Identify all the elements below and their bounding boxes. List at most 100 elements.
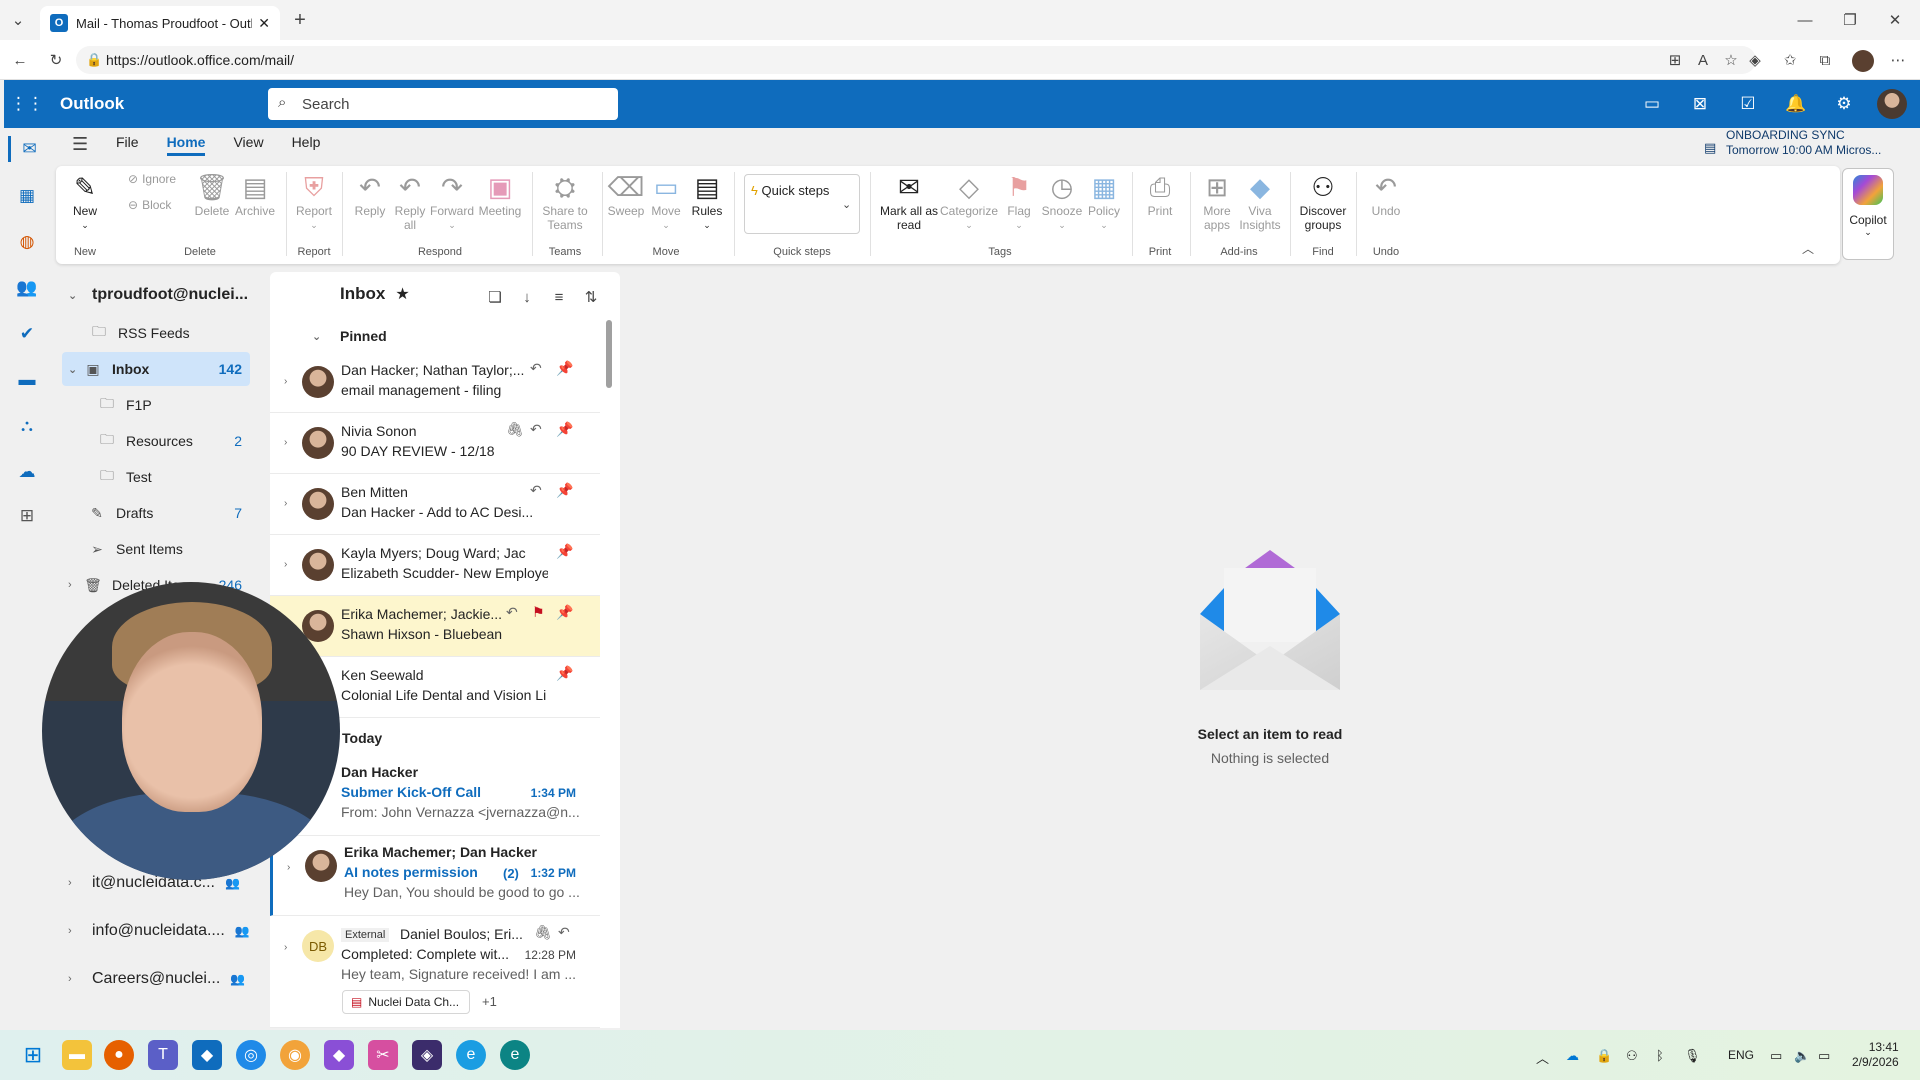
ignore-button[interactable]: ⊘ Ignore: [128, 172, 176, 186]
tracking-icon[interactable]: ◈: [1745, 50, 1765, 70]
print-button[interactable]: ⎙ Print: [1144, 170, 1176, 218]
shared-mailbox-info[interactable]: › info@nucleidata.... 👥: [68, 922, 250, 940]
new-tab-icon[interactable]: +: [290, 9, 310, 31]
folder-f1p[interactable]: 🗀 F1P: [96, 388, 250, 422]
list-item[interactable]: › Dan Hacker; Nathan Taylor;... email mana…: [270, 352, 600, 413]
flag-icon[interactable]: ⚑: [532, 604, 545, 621]
block-button[interactable]: ⊖ Block: [128, 198, 171, 212]
tab-list-chevron-icon[interactable]: ⌄: [8, 10, 28, 30]
edge-active-icon[interactable]: e: [500, 1040, 530, 1070]
list-scrollbar[interactable]: [606, 320, 612, 388]
bluetooth-tray-icon[interactable]: ᛒ: [1656, 1048, 1664, 1063]
sort-icon[interactable]: ⇅: [580, 286, 602, 308]
browser-tab[interactable]: O Mail - Thomas Proudfoot - Outlook ✕: [40, 6, 280, 40]
mic-tray-icon[interactable]: 🎙: [1684, 1048, 1701, 1064]
volume-tray-icon[interactable]: 🔈: [1794, 1048, 1810, 1064]
language-indicator[interactable]: ENG: [1728, 1048, 1754, 1062]
site-info-icon[interactable]: 🔒: [86, 52, 102, 68]
viva-insights-button[interactable]: ◆ Viva Insights: [1238, 170, 1282, 232]
list-item[interactable]: › Nivia Sonon 90 DAY REVIEW - 12/18 🖇 ↶ 📌: [270, 413, 600, 474]
folder-inbox[interactable]: ⌄ ▣ Inbox 142: [62, 352, 250, 386]
notes-icon[interactable]: ▬: [14, 367, 40, 393]
expand-thread-icon[interactable]: ›: [284, 942, 287, 953]
mark-all-read-button[interactable]: ✉ Mark all as read: [878, 170, 940, 232]
folder-test[interactable]: 🗀 Test: [96, 460, 250, 494]
browser-menu-icon[interactable]: ⋯: [1888, 50, 1908, 70]
share-to-teams-button[interactable]: ⛭ Share to Teams: [540, 170, 590, 232]
expand-thread-icon[interactable]: ›: [284, 559, 287, 570]
teams-taskbar-icon[interactable]: T: [148, 1040, 178, 1070]
list-item[interactable]: ›Kayla Myers; Doug Ward; Jacki...Elizabe…: [270, 535, 600, 596]
mail-icon[interactable]: ✉: [8, 136, 48, 162]
onedrive-tray-icon[interactable]: ☁: [1566, 1048, 1579, 1064]
people-icon[interactable]: 👥: [14, 275, 40, 301]
firefox-icon[interactable]: ●: [104, 1040, 134, 1070]
quick-steps-dropdown-icon[interactable]: ⌄: [842, 198, 851, 211]
archive-button[interactable]: ▤ Archive: [234, 170, 276, 218]
battery-tray-icon[interactable]: ▭: [1818, 1048, 1830, 1064]
refresh-icon[interactable]: ↻: [46, 50, 66, 70]
policy-button[interactable]: ▦ Policy ⌄: [1086, 170, 1122, 232]
security-tray-icon[interactable]: 🔒: [1596, 1048, 1612, 1064]
hamburger-menu-icon[interactable]: ☰: [72, 134, 88, 155]
onedrive-icon[interactable]: ☁: [14, 459, 40, 485]
app-icon[interactable]: ◈: [412, 1040, 442, 1070]
pin-icon[interactable]: 📌: [556, 543, 573, 560]
discover-groups-button[interactable]: ⚇ Discover groups: [1298, 170, 1348, 232]
back-icon[interactable]: ←: [10, 50, 30, 70]
menu-home[interactable]: Home: [166, 134, 206, 156]
flag-button[interactable]: ⚑ Flag ⌄: [1004, 170, 1034, 232]
reply-all-button[interactable]: ↶ Reply all: [392, 170, 428, 232]
webcam-overlay[interactable]: [42, 582, 340, 880]
teams-chat-icon[interactable]: ▭: [1637, 89, 1667, 119]
todo-icon[interactable]: ✔: [14, 321, 40, 347]
system-clock[interactable]: 13:41 2/9/2026: [1852, 1040, 1899, 1070]
rules-button[interactable]: ▤ Rules ⌄: [690, 170, 724, 232]
list-item[interactable]: › Ben Mitten Dan Hacker - Add to AC Desi..…: [270, 474, 600, 535]
expand-thread-icon[interactable]: ›: [284, 437, 287, 448]
copilot-button[interactable]: Copilot ⌄: [1842, 168, 1894, 260]
menu-help[interactable]: Help: [292, 134, 321, 156]
outlook-mini-icon[interactable]: ⊠: [1685, 89, 1715, 119]
expand-thread-icon[interactable]: ›: [284, 498, 287, 509]
onboarding-reminder[interactable]: ONBOARDING SYNC Tomorrow 10:00 AM Micros…: [1726, 128, 1881, 158]
account-header[interactable]: ⌄ tproudfoot@nuclei...: [68, 286, 248, 304]
more-apps-button[interactable]: ⊞ More apps: [1200, 170, 1234, 232]
collapse-ribbon-icon[interactable]: ︿: [1802, 240, 1814, 257]
my-day-icon[interactable]: ☑: [1733, 89, 1763, 119]
more-attachments[interactable]: +1: [482, 994, 497, 1009]
copilot-taskbar-icon[interactable]: ◎: [236, 1040, 266, 1070]
copilot-app-icon[interactable]: ◍: [14, 229, 40, 255]
jump-to-icon[interactable]: ↓: [516, 286, 538, 308]
account-avatar[interactable]: [1877, 89, 1907, 119]
sweep-button[interactable]: ⌫ Sweep: [608, 170, 645, 218]
filter-icon[interactable]: ≡: [548, 286, 570, 308]
snip-tool-icon[interactable]: ✂: [368, 1040, 398, 1070]
menu-file[interactable]: File: [116, 134, 139, 156]
settings-gear-icon[interactable]: ⚙: [1829, 89, 1859, 119]
list-item[interactable]: ›Erika Machemer; Jackie...Shawn Hixson -…: [270, 596, 600, 657]
pinned-section-header[interactable]: ⌄ Pinned: [270, 320, 600, 352]
reader-view-icon[interactable]: ⊞: [1665, 50, 1685, 70]
new-mail-button[interactable]: ✎ New ⌄: [70, 170, 100, 232]
tray-overflow-icon[interactable]: ︿: [1536, 1048, 1549, 1067]
delete-button[interactable]: 🗑 Delete: [194, 170, 230, 218]
read-aloud-icon[interactable]: A: [1693, 50, 1713, 70]
folder-resources[interactable]: 🗀 Resources 2: [96, 424, 250, 458]
more-apps-icon[interactable]: ⊞: [14, 503, 40, 529]
edge-icon[interactable]: e: [456, 1040, 486, 1070]
attachment-chip[interactable]: ▤ Nuclei Data Ch...: [342, 990, 470, 1014]
browser-profile-avatar[interactable]: [1852, 50, 1874, 72]
close-window-icon[interactable]: ✕: [1885, 10, 1905, 30]
favorites-icon[interactable]: ✩: [1780, 50, 1800, 70]
m365-icon[interactable]: ◆: [192, 1040, 222, 1070]
search-input[interactable]: ⌕ Search: [268, 88, 618, 120]
folder-drafts[interactable]: ✎ Drafts 7: [86, 496, 250, 530]
pin-icon[interactable]: 📌: [556, 360, 573, 377]
expand-thread-icon[interactable]: ›: [284, 376, 287, 387]
pin-icon[interactable]: 📌: [556, 421, 573, 438]
undo-button[interactable]: ↶ Undo: [1370, 170, 1402, 218]
windows-start-icon[interactable]: ⊞: [18, 1040, 48, 1070]
pin-icon[interactable]: 📌: [556, 604, 573, 621]
minimize-icon[interactable]: —: [1795, 10, 1815, 30]
